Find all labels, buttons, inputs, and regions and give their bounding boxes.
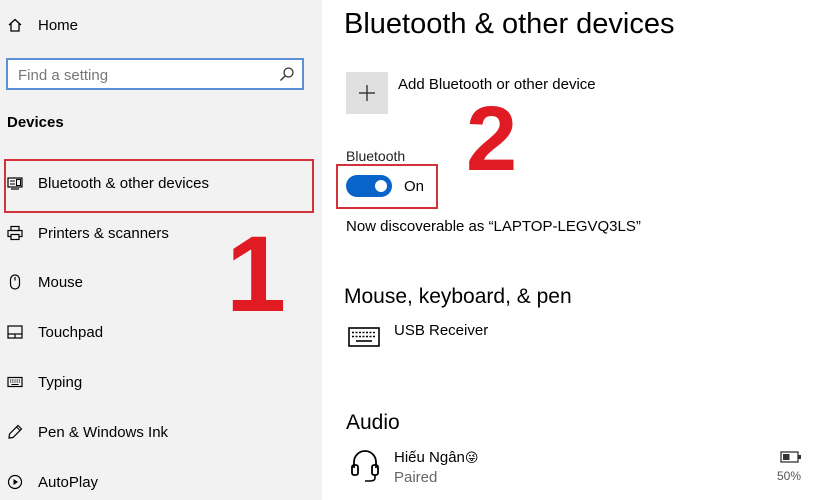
battery-icon (780, 451, 801, 463)
autoplay-icon (7, 474, 23, 490)
bluetooth-toggle-state: On (404, 178, 425, 195)
annotation-step-1: 1 (226, 213, 287, 334)
audio-device-name-text: Hiếu Ngân (394, 449, 465, 466)
touchpad-icon (7, 324, 23, 340)
sidebar-item-label: Typing (38, 373, 83, 391)
sidebar-item-typing[interactable]: Typing (0, 362, 322, 402)
sidebar-item-label: AutoPlay (38, 473, 99, 491)
page-title: Bluetooth & other devices (344, 8, 675, 40)
discoverable-text: Now discoverable as “LAPTOP-LEGVQ3LS” (346, 218, 641, 235)
printer-icon (7, 225, 23, 241)
pen-icon (7, 424, 23, 440)
keyboard-device-icon (348, 327, 380, 347)
section-heading: Devices (7, 114, 64, 131)
sidebar-item-label: Home (38, 16, 79, 34)
mouse-keyboard-heading: Mouse, keyboard, & pen (344, 285, 572, 308)
keyboard-icon (7, 374, 23, 390)
sidebar-item-label: Touchpad (38, 323, 104, 341)
battery-percentage: 50% (777, 469, 802, 483)
toggle-knob (375, 180, 387, 192)
sidebar-item-label: Pen & Windows Ink (38, 423, 169, 441)
headset-icon (351, 450, 379, 482)
audio-device-emoji: 😜 (464, 451, 479, 466)
audio-heading: Audio (346, 411, 400, 434)
mouse-icon (7, 274, 23, 290)
usb-device-name[interactable]: USB Receiver (394, 322, 488, 339)
sidebar-item-home[interactable]: Home (0, 5, 322, 45)
search-icon[interactable] (279, 66, 295, 82)
annotation-highlight-box (4, 159, 314, 213)
home-icon (7, 17, 23, 33)
audio-device-status: Paired (394, 469, 438, 486)
sidebar-item-label: Printers & scanners (38, 224, 169, 242)
search-box[interactable] (6, 58, 304, 90)
audio-device-name[interactable]: Hiếu Ngân😜 (394, 449, 478, 466)
plus-icon (359, 85, 375, 101)
bluetooth-heading: Bluetooth (346, 148, 406, 164)
add-device-button[interactable] (346, 72, 388, 114)
sidebar-item-autoplay[interactable]: AutoPlay (0, 462, 322, 500)
annotation-step-2: 2 (466, 88, 518, 190)
search-input[interactable] (18, 65, 268, 85)
sidebar-item-label: Mouse (38, 273, 84, 291)
sidebar-item-pen[interactable]: Pen & Windows Ink (0, 412, 322, 452)
bluetooth-toggle[interactable] (346, 175, 392, 197)
